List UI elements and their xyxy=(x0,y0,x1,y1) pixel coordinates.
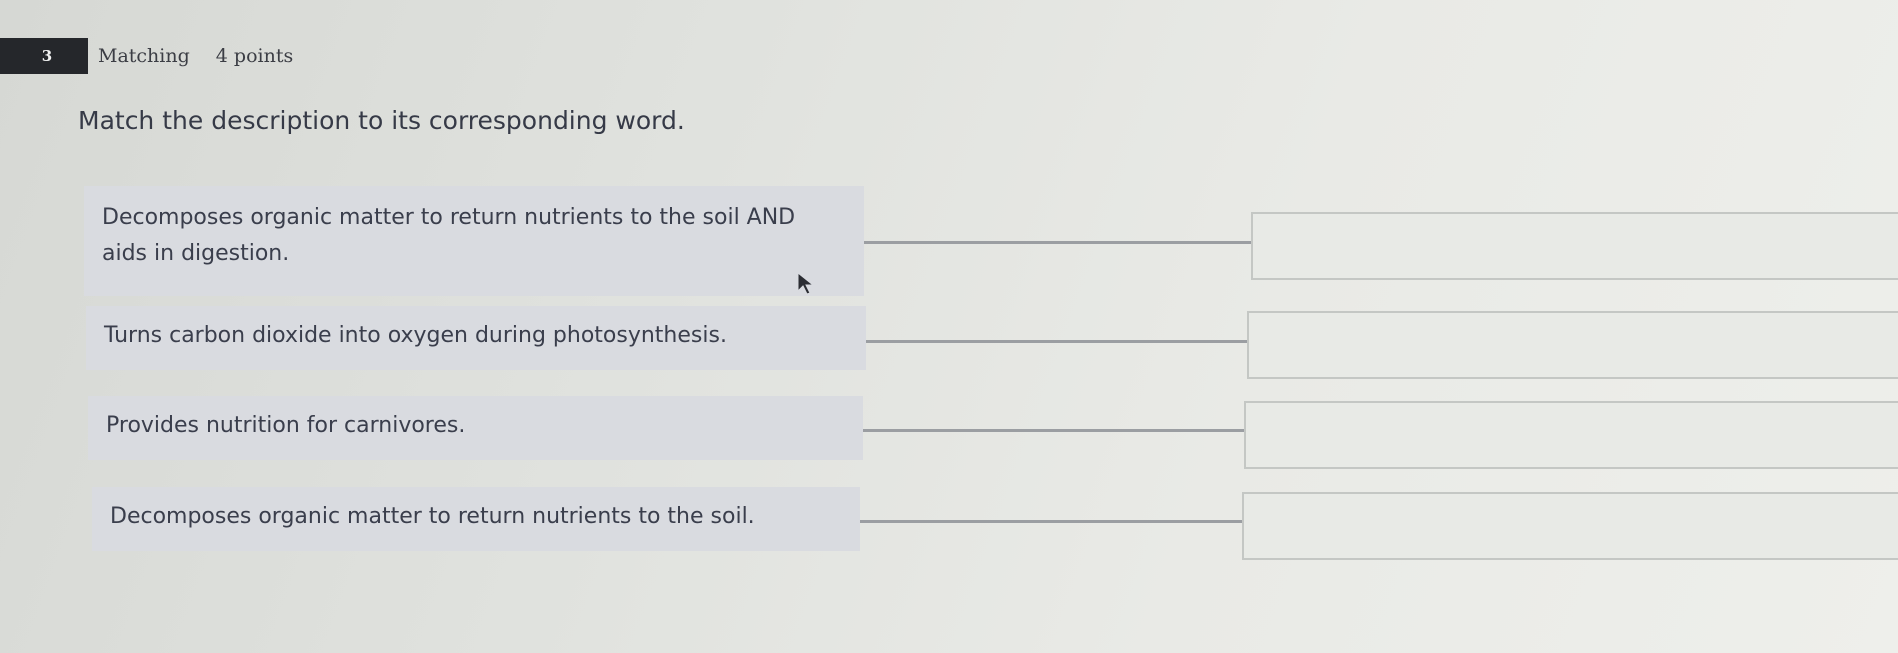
connector-line xyxy=(866,340,1247,343)
prompt-item: Turns carbon dioxide into oxygen during … xyxy=(86,306,866,370)
answer-dropzone[interactable] xyxy=(1247,311,1898,379)
prompt-item: Decomposes organic matter to return nutr… xyxy=(84,186,864,296)
connector-line xyxy=(863,429,1244,432)
prompt-text: Decomposes organic matter to return nutr… xyxy=(110,504,755,529)
prompt-text: Provides nutrition for carnivores. xyxy=(106,413,466,438)
prompt-text: Decomposes organic matter to return nutr… xyxy=(102,205,796,266)
question-instruction: Match the description to its correspondi… xyxy=(78,106,685,135)
question-type: Matching xyxy=(98,45,190,67)
connector-line xyxy=(864,241,1251,244)
question-number: 3 xyxy=(0,38,88,74)
question-points: 4 points xyxy=(215,45,294,67)
prompt-text: Turns carbon dioxide into oxygen during … xyxy=(104,323,727,348)
prompt-item: Provides nutrition for carnivores. xyxy=(88,396,863,460)
mouse-cursor-icon xyxy=(797,272,815,295)
answer-dropzone[interactable] xyxy=(1244,401,1898,469)
prompt-item: Decomposes organic matter to return nutr… xyxy=(92,487,860,551)
answer-dropzone[interactable] xyxy=(1242,492,1898,560)
connector-line xyxy=(860,520,1242,523)
answer-dropzone[interactable] xyxy=(1251,212,1898,280)
question-header: 3 Matching 4 points xyxy=(0,38,293,74)
